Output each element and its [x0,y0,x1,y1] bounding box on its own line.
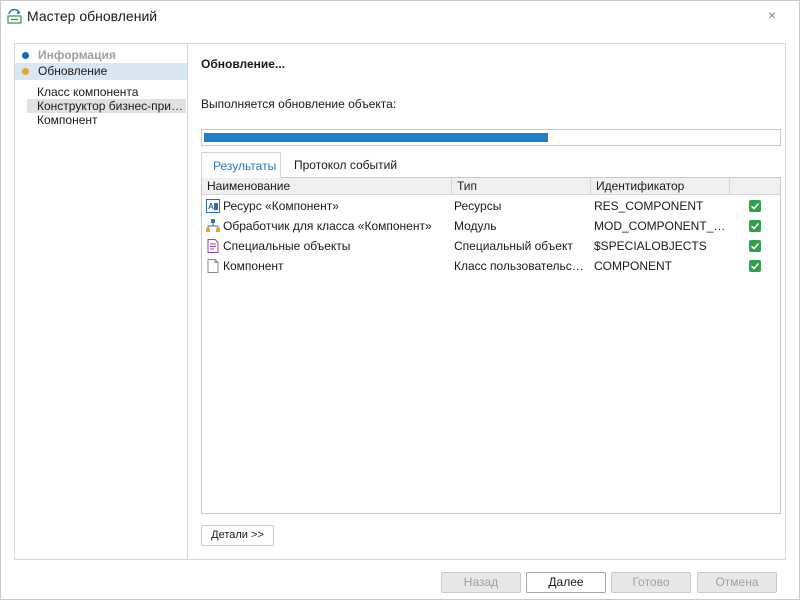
row-type: Ресурсы [454,199,502,213]
row-type: Модуль [454,219,497,233]
row-name: Обработчик для класса «Компонент» [223,219,432,233]
step-label: Информация [38,48,116,62]
column-header-name[interactable]: Наименование [202,178,452,195]
tab-results[interactable]: Результаты [201,152,281,178]
back-button[interactable]: Назад [441,572,521,593]
step-update[interactable]: Обновление [15,63,187,80]
svg-text:A: A [208,202,214,211]
next-button[interactable]: Далее [526,572,606,593]
success-check-icon [749,260,761,272]
row-type: Специальный объект [454,239,573,253]
column-header-status [730,178,780,195]
main-panel: Обновление... Выполняется обновление объ… [201,44,786,559]
finish-button[interactable]: Готово [611,572,691,593]
update-wizard-icon [7,8,22,24]
row-type: Класс пользовательски... [454,259,587,273]
status-text: Выполняется обновление объекта: [201,97,397,111]
substep-business-app-designer[interactable]: Конструктор бизнес-прило... [27,99,186,113]
handler-icon [206,219,220,232]
success-check-icon [749,220,761,232]
table-row[interactable]: A Ресурс «Компонент» Ресурсы RES_COMPONE… [202,196,780,216]
step-information[interactable]: Информация [15,47,187,64]
special-objects-icon [207,239,219,253]
wizard-body: Информация Обновление Класс компонента К… [14,43,786,560]
results-table: Наименование Тип Идентификатор A Ресурс … [201,177,781,514]
details-button[interactable]: Детали >> [201,525,274,546]
close-icon[interactable]: × [763,6,781,24]
table-header: Наименование Тип Идентификатор [202,178,780,195]
resource-icon: A [206,199,220,213]
window-title: Мастер обновлений [27,8,158,24]
step-status-dot [22,52,29,59]
progress-bar [201,129,781,146]
row-identifier: $SPECIALOBJECTS [594,239,707,253]
document-icon [207,259,219,273]
table-row[interactable]: Специальные объекты Специальный объект $… [202,236,780,256]
step-status-dot [22,68,29,75]
steps-sidebar: Информация Обновление Класс компонента К… [15,44,188,559]
row-name: Специальные объекты [223,239,351,253]
tab-event-log[interactable]: Протокол событий [283,152,408,178]
success-check-icon [749,200,761,212]
column-header-identifier[interactable]: Идентификатор [591,178,730,195]
title-bar: Мастер обновлений × [1,1,799,31]
row-identifier: RES_COMPONENT [594,199,704,213]
progress-fill [204,133,548,142]
substep-component-class[interactable]: Класс компонента [27,85,186,99]
row-identifier: COMPONENT [594,259,672,273]
success-check-icon [749,240,761,252]
table-row[interactable]: Компонент Класс пользовательски... COMPO… [202,256,780,276]
row-name: Ресурс «Компонент» [223,199,339,213]
table-row[interactable]: Обработчик для класса «Компонент» Модуль… [202,216,780,236]
row-name: Компонент [223,259,284,273]
row-identifier: MOD_COMPONENT_C... [594,219,728,233]
step-label: Обновление [38,64,108,78]
page-heading: Обновление... [201,57,285,71]
substep-component[interactable]: Компонент [27,113,186,127]
update-wizard-window: Мастер обновлений × Информация Обновлени… [0,0,800,600]
column-header-type[interactable]: Тип [452,178,591,195]
cancel-button[interactable]: Отмена [697,572,777,593]
